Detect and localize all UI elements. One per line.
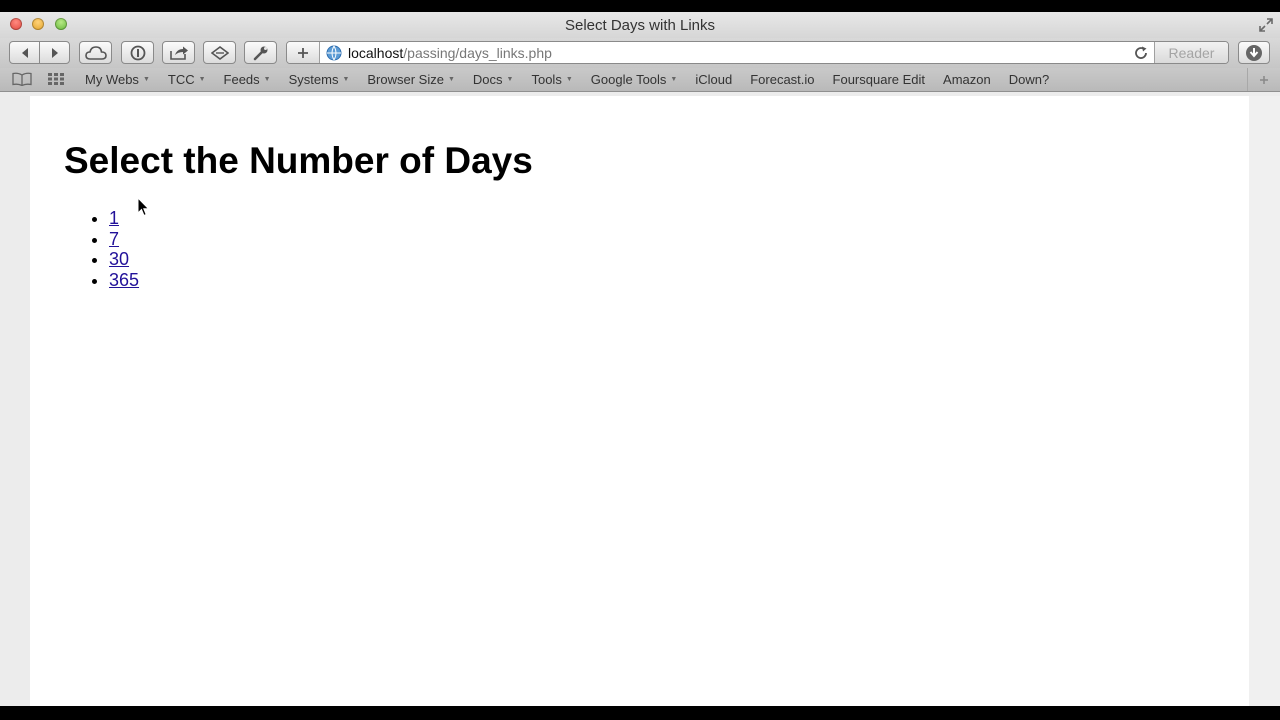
book-icon[interactable]: [12, 72, 32, 86]
caret-down-icon: ▼: [670, 76, 678, 83]
share-icon: [169, 46, 188, 60]
mouse-pointer-icon: [137, 197, 150, 217]
navigation-buttons: [9, 41, 70, 64]
browser-window: Select Days with Links localhost/passing…: [0, 12, 1280, 706]
tools-button[interactable]: [244, 41, 277, 64]
top-sites-grid-icon[interactable]: [48, 73, 64, 85]
url-path: /passing/days_links.php: [403, 44, 552, 61]
reload-icon[interactable]: [1134, 46, 1148, 60]
day-list-item: 1: [109, 208, 139, 229]
bookmark-label: Forecast.io: [750, 72, 815, 87]
bookmark-systems[interactable]: Systems ▼: [289, 72, 350, 87]
add-bookmark-button[interactable]: [287, 42, 320, 63]
day-list-item: 7: [109, 229, 139, 250]
bookmark-tag-icon: [210, 45, 229, 60]
bookmark-google-tools[interactable]: Google Tools ▼: [591, 72, 678, 87]
add-bookmark-bar-button[interactable]: [1247, 68, 1280, 91]
page-heading: Select the Number of Days: [64, 140, 533, 181]
bookmark-label: Feeds: [223, 72, 260, 87]
cloud-icon: [84, 45, 107, 60]
bookmark-label: Down?: [1008, 72, 1050, 87]
bookmark-icloud[interactable]: iCloud: [695, 72, 732, 87]
day-link-7[interactable]: 7: [109, 229, 119, 249]
bookmark-label: iCloud: [695, 72, 733, 87]
url-field[interactable]: localhost/passing/days_links.php: [348, 45, 1134, 61]
caret-down-icon: ▼: [506, 76, 514, 83]
bookmark-label: TCC: [167, 72, 195, 87]
bookmark-my-webs[interactable]: My Webs ▼: [85, 72, 150, 87]
bookmark-docs[interactable]: Docs ▼: [473, 72, 514, 87]
downloads-button[interactable]: [1238, 41, 1270, 64]
window-title: Select Days with Links: [564, 17, 716, 34]
reader-button[interactable]: Reader: [1154, 42, 1228, 63]
url-host: localhost: [348, 44, 404, 61]
plus-icon: [1260, 75, 1268, 84]
caret-down-icon: ▼: [142, 76, 150, 83]
caret-down-icon: ▼: [263, 76, 271, 83]
back-button[interactable]: [10, 42, 39, 63]
plus-icon: [298, 47, 308, 58]
bookmark-amazon[interactable]: Amazon: [943, 72, 991, 87]
caret-down-icon: ▼: [342, 76, 350, 83]
bookmark-feeds[interactable]: Feeds ▼: [224, 72, 271, 87]
bookmark-browser-size[interactable]: Browser Size ▼: [367, 72, 455, 87]
days-link-list: 1730365: [69, 208, 139, 290]
day-list-item: 30: [109, 249, 139, 270]
bookmark-forecast-io[interactable]: Forecast.io: [750, 72, 814, 87]
bookmark-tools[interactable]: Tools ▼: [531, 72, 572, 87]
reading-list-button[interactable]: [121, 41, 154, 64]
caret-down-icon: ▼: [447, 76, 455, 83]
bookmarks-bar: My Webs ▼ TCC ▼ Feeds ▼ Systems ▼ Browser Size ▼ D…: [0, 68, 1280, 92]
bookmark-items: My Webs ▼ TCC ▼ Feeds ▼ Systems ▼ Browser Size ▼ D…: [85, 72, 1049, 87]
title-bar: Select Days with Links: [0, 12, 1280, 38]
scroll-track: [1249, 96, 1280, 706]
day-link-365[interactable]: 365: [109, 270, 139, 290]
bookmarks-button[interactable]: [203, 41, 236, 64]
bookmark-label: Amazon: [943, 72, 991, 87]
day-list-item: 365: [109, 270, 139, 291]
bookmark-label: Systems: [288, 72, 339, 87]
day-link-1[interactable]: 1: [109, 208, 119, 228]
caret-down-icon: ▼: [198, 76, 206, 83]
toolbar: localhost/passing/days_links.php Reader: [0, 38, 1280, 68]
forward-button[interactable]: [40, 42, 69, 63]
bookmark-down[interactable]: Down?: [1009, 72, 1049, 87]
bookmark-label: Browser Size: [367, 72, 444, 87]
info-circle-icon: [130, 45, 145, 60]
bookmark-label: Docs: [472, 72, 503, 87]
page-content: Select the Number of Days 1730365: [30, 96, 1249, 706]
bookmark-label: Tools: [531, 72, 562, 87]
icloud-tabs-button[interactable]: [79, 41, 112, 64]
bookmark-label: Google Tools: [590, 72, 667, 87]
share-button[interactable]: [162, 41, 195, 64]
back-arrow-icon: [21, 47, 28, 58]
fullscreen-icon[interactable]: [1258, 17, 1274, 33]
bookmark-label: Foursquare Edit: [832, 72, 926, 87]
bookmark-foursquare-edit[interactable]: Foursquare Edit: [833, 72, 926, 87]
day-link-30[interactable]: 30: [109, 249, 129, 269]
address-bar[interactable]: localhost/passing/days_links.php Reader: [286, 41, 1229, 64]
forward-arrow-icon: [51, 47, 58, 58]
globe-icon: [326, 45, 342, 60]
bookmark-tcc[interactable]: TCC ▼: [168, 72, 206, 87]
wrench-icon: [253, 46, 267, 60]
caret-down-icon: ▼: [565, 76, 573, 83]
download-icon: [1246, 44, 1262, 61]
bookmark-label: My Webs: [85, 72, 139, 87]
